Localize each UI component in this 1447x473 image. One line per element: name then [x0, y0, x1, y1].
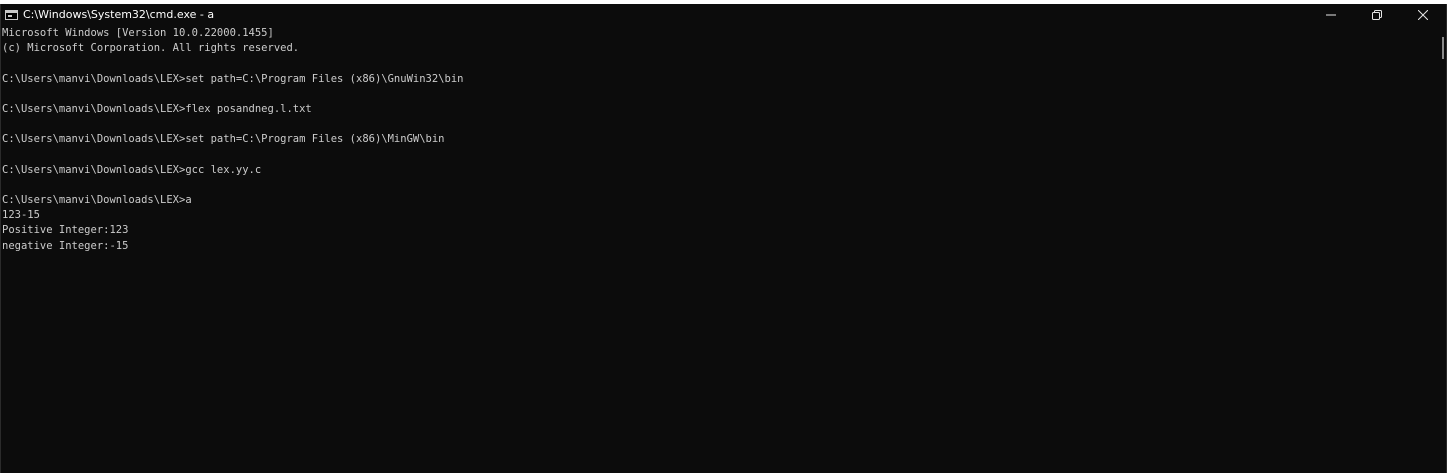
- cmd-window: C:\Windows\System32\cmd.exe - a Microsof…: [0, 4, 1447, 473]
- terminal-line: (c) Microsoft Corporation. All rights re…: [2, 42, 300, 55]
- minimize-icon: [1326, 14, 1336, 15]
- vertical-scrollbar[interactable]: [1430, 25, 1446, 473]
- cmd-console-icon[interactable]: [5, 9, 18, 20]
- terminal-line: C:\Users\manvi\Downloads\LEX>set path=C:…: [2, 72, 464, 85]
- minimize-button[interactable]: [1308, 4, 1354, 25]
- window-title: C:\Windows\System32\cmd.exe - a: [23, 8, 215, 21]
- maximize-button[interactable]: [1354, 4, 1400, 25]
- terminal-line: C:\Users\manvi\Downloads\LEX>set path=C:…: [2, 133, 445, 146]
- terminal-line: negative Integer:-15: [2, 239, 129, 252]
- terminal-line: C:\Users\manvi\Downloads\LEX>a: [2, 194, 192, 207]
- terminal-line: 123-15: [2, 209, 40, 222]
- scrollbar-thumb[interactable]: [1442, 37, 1444, 59]
- terminal-line: C:\Users\manvi\Downloads\LEX>flex posand…: [2, 102, 312, 115]
- close-button[interactable]: [1400, 4, 1446, 25]
- window-controls: [1308, 4, 1446, 25]
- restore-icon: [1372, 9, 1382, 20]
- terminal-line: C:\Users\manvi\Downloads\LEX>gcc lex.yy.…: [2, 163, 262, 176]
- terminal-line: Positive Integer:123: [2, 224, 129, 237]
- title-bar[interactable]: C:\Windows\System32\cmd.exe - a: [1, 4, 1446, 25]
- terminal-output[interactable]: Microsoft Windows [Version 10.0.22000.14…: [2, 25, 1429, 473]
- terminal-line: Microsoft Windows [Version 10.0.22000.14…: [2, 27, 274, 39]
- close-icon: [1418, 9, 1428, 20]
